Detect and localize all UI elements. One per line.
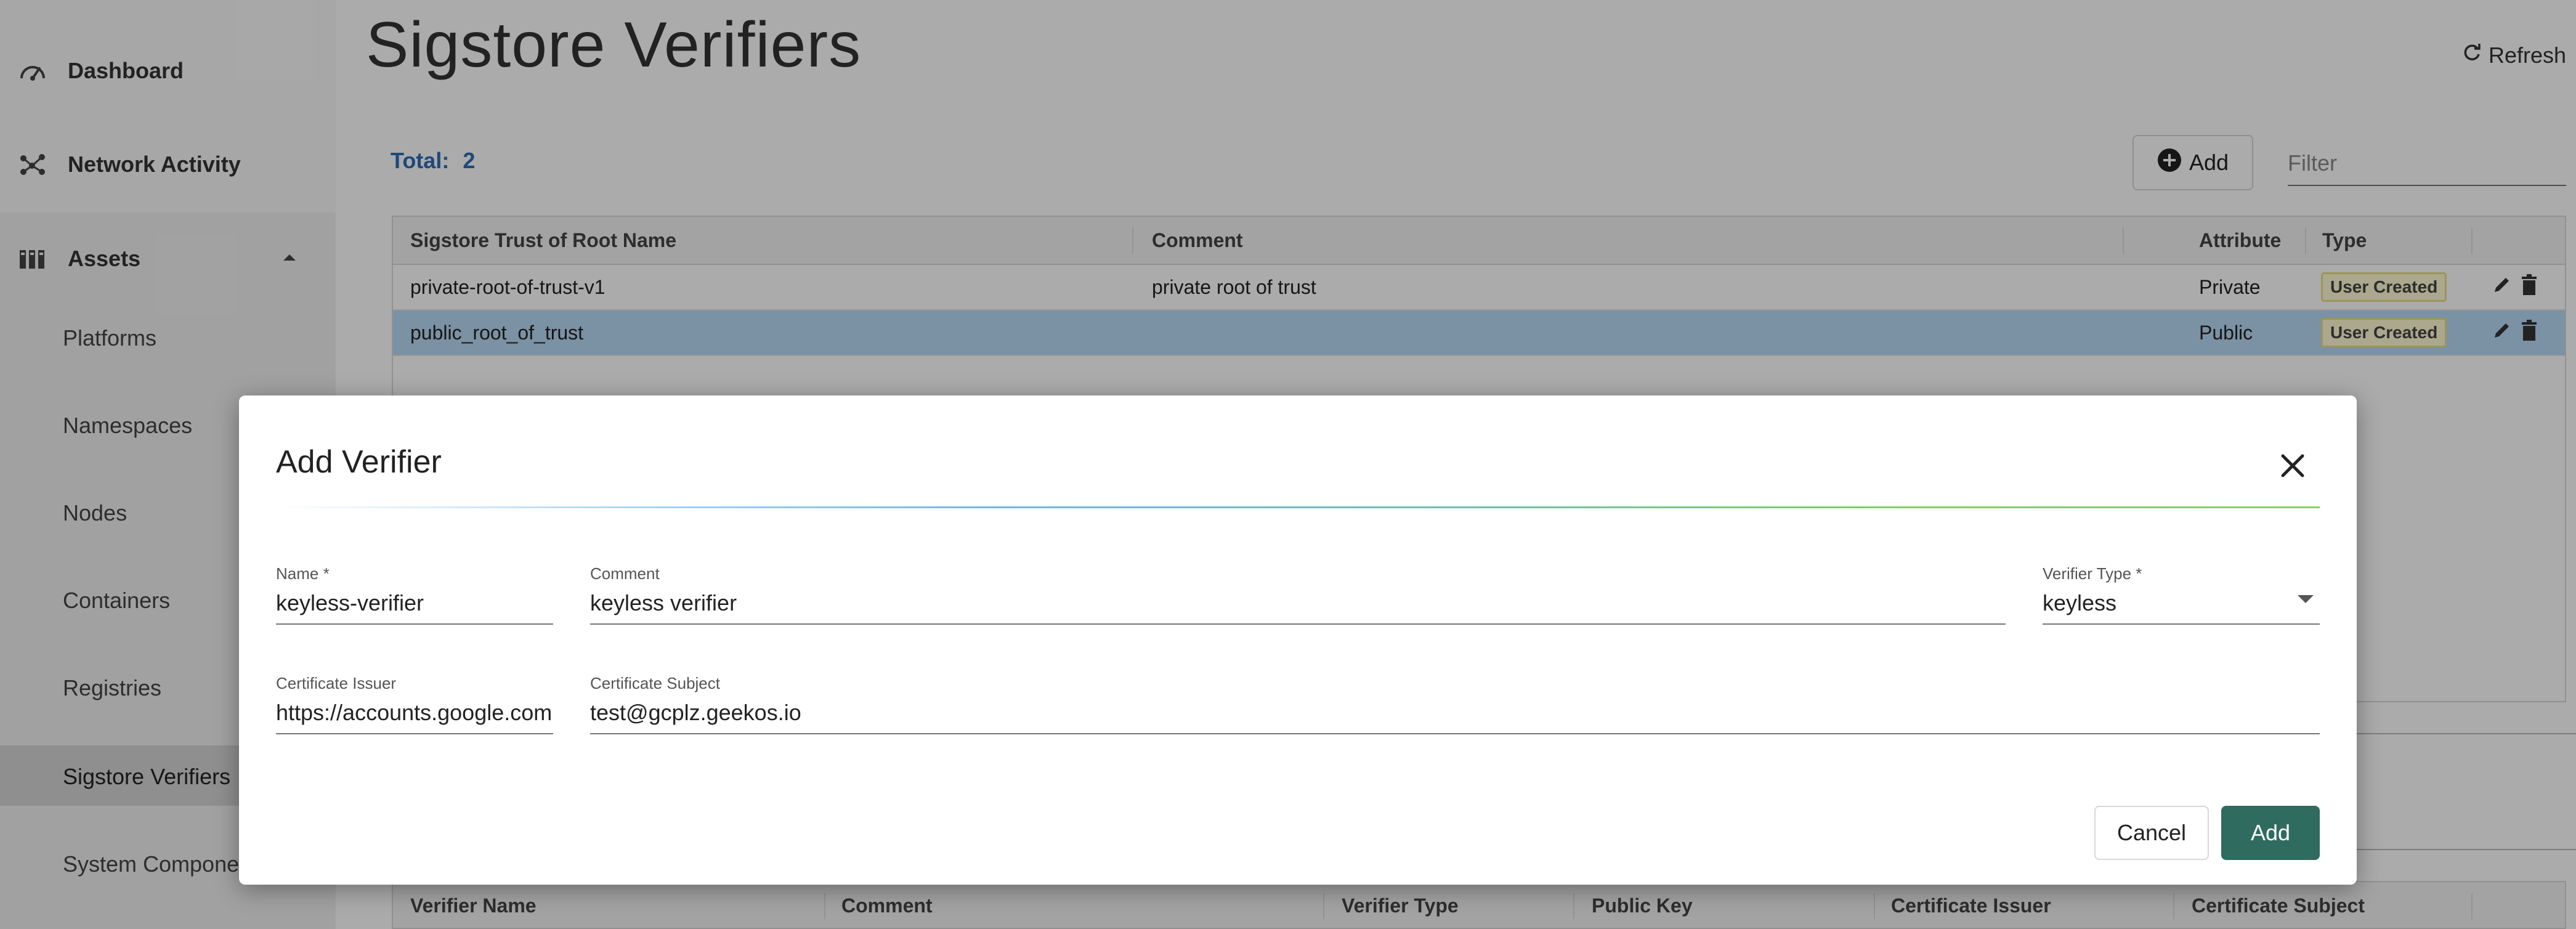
field-underline [276, 733, 553, 734]
certificate-subject-field[interactable]: Certificate Subject test@gcplz.geekos.io [590, 674, 2320, 736]
field-value: test@gcplz.geekos.io [590, 700, 801, 725]
field-underline [276, 623, 553, 625]
add-verifier-button[interactable]: Add [2221, 806, 2320, 860]
dialog-title: Add Verifier [276, 444, 442, 480]
field-label: Name * [276, 564, 330, 583]
name-field[interactable]: Name * keyless-verifier [276, 564, 553, 626]
field-label: Comment [590, 564, 660, 583]
comment-field[interactable]: Comment keyless verifier [590, 564, 2006, 626]
cancel-button[interactable]: Cancel [2094, 806, 2209, 860]
field-value: keyless-verifier [276, 590, 424, 615]
field-value: keyless verifier [590, 590, 737, 615]
field-label: Certificate Issuer [276, 674, 397, 692]
dialog-divider [276, 506, 2320, 508]
add-verifier-dialog: Add Verifier Name * keyless-verifier Com… [239, 396, 2357, 885]
field-underline [2043, 623, 2320, 625]
certificate-issuer-field[interactable]: Certificate Issuer https://accounts.goog… [276, 674, 553, 736]
verifier-type-select[interactable]: Verifier Type * keyless [2043, 564, 2320, 626]
field-underline [590, 733, 2320, 734]
field-value: keyless [2043, 590, 2117, 615]
close-icon[interactable] [2273, 446, 2312, 485]
field-value: https://accounts.google.com [276, 700, 553, 725]
field-underline [590, 623, 2006, 625]
dropdown-arrow-icon [2298, 595, 2314, 603]
field-label: Verifier Type * [2043, 564, 2142, 583]
field-label: Certificate Subject [590, 674, 720, 692]
